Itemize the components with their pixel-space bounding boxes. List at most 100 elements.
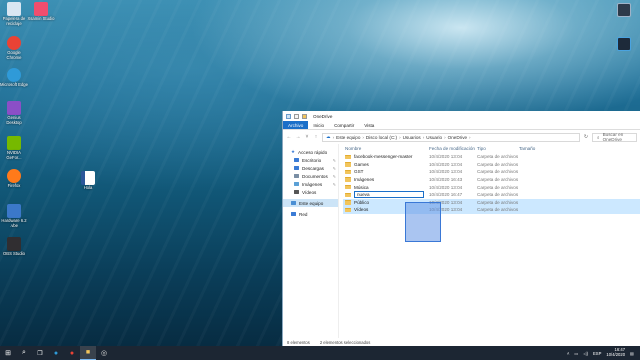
nav-quick-item[interactable]: Vídeos <box>283 188 338 196</box>
forward-icon[interactable]: → <box>295 134 301 140</box>
taskbar-search-button[interactable]: ⌕ <box>16 346 32 360</box>
xsamin-icon <box>34 2 48 16</box>
network-tray-icon[interactable]: ▭ <box>574 351 578 356</box>
desktop-icon-script[interactable]: Hardware 6.2 .vbe <box>0 204 28 229</box>
column-header-size[interactable]: Tamaño <box>519 146 549 151</box>
up-icon[interactable]: ↑ <box>313 134 319 140</box>
table-row[interactable]: Público 10/4/2020 13:04 Carpeta de archivo… <box>343 198 640 207</box>
search-input[interactable]: ⌕ Buscar en OneDrive <box>592 132 637 142</box>
desktop-icon-genius[interactable]: Genius Desktop <box>0 101 28 126</box>
window-title: OneDrive <box>313 113 333 119</box>
obs-icon <box>7 237 21 251</box>
desktop-icon-chrome[interactable]: Google Chrome <box>0 36 28 61</box>
file-date: 10/4/2020 16:47 <box>429 192 463 198</box>
desktop-icon-recycle-bin[interactable]: Papelera de reciclaje <box>0 2 28 27</box>
folder-icon <box>345 200 351 205</box>
desktop-icon-right-2[interactable] <box>610 37 638 52</box>
address-row: ← → ˅ ↑ ☁ › Este equipo › Disco local (C… <box>283 130 640 144</box>
recent-locations-icon[interactable]: ˅ <box>304 134 310 140</box>
quick-access-toolbar-icon[interactable] <box>286 113 291 119</box>
explorer-body: ★ Acceso rápido Escritorio ✎ Descargas ✎ Doc… <box>283 144 640 338</box>
tray-overflow-icon[interactable]: ˄ <box>567 351 569 356</box>
back-icon[interactable]: ← <box>286 134 292 140</box>
desktop-icon-nvidia[interactable]: NVIDIA GeFor... <box>0 136 28 161</box>
taskbar-chrome[interactable]: ● <box>64 346 80 360</box>
column-header-type[interactable]: Tipo <box>477 146 519 151</box>
script-icon <box>7 204 21 218</box>
clock-date: 10/4/2020 <box>606 352 626 357</box>
star-icon: ★ <box>291 149 296 154</box>
breadcrumb-usuario[interactable]: Usuario <box>426 135 442 140</box>
refresh-icon[interactable]: ↻ <box>583 134 589 140</box>
table-row[interactable]: nueva 10/4/2020 16:47 Carpeta de archivos <box>343 191 640 199</box>
folder-icon <box>345 207 351 213</box>
tab-vista[interactable]: Vista <box>359 121 379 129</box>
tab-archivo[interactable]: Archivo <box>283 121 309 129</box>
breadcrumb-usuarios[interactable]: Usuarios <box>403 135 421 140</box>
nav-network[interactable]: Red <box>283 210 338 218</box>
desktop-icon-obs[interactable]: OBS Studio <box>0 237 28 257</box>
table-row[interactable]: GST 10/4/2020 13:04 Carpeta de archivos <box>343 168 640 176</box>
nav-quick-item[interactable]: Documentos ✎ <box>283 172 338 180</box>
file-type: Carpeta de archivos <box>477 207 519 213</box>
start-button[interactable]: ⊞ <box>0 346 16 360</box>
desktop-icon-firefox[interactable]: Firefox <box>0 169 28 189</box>
folder-icon <box>345 154 351 160</box>
taskbar-edge[interactable]: ● <box>48 346 64 360</box>
notifications-icon[interactable]: ▤ <box>630 351 634 356</box>
nav-quick-item[interactable]: Imágenes ✎ <box>283 180 338 188</box>
address-bar[interactable]: ☁ › Este equipo › Disco local (C:) › Usu… <box>322 132 580 142</box>
taskbar-obs[interactable]: ◎ <box>96 346 112 360</box>
column-header-name[interactable]: Nombre <box>343 146 429 151</box>
nav-this-pc[interactable]: Este equipo <box>283 199 338 207</box>
task-view-button[interactable]: ❐ <box>32 346 48 360</box>
table-row[interactable]: Imágenes 10/4/2020 16:43 Carpeta de archiv… <box>343 176 640 184</box>
file-type: Carpeta de archivos <box>477 199 519 205</box>
file-type: Carpeta de archivos <box>477 192 519 198</box>
breadcrumb-disco-local[interactable]: Disco local (C:) <box>366 135 397 140</box>
table-row[interactable]: Música 10/4/2020 13:04 Carpeta de archivos <box>343 183 640 191</box>
volume-icon[interactable]: ◁) <box>583 351 588 356</box>
table-row[interactable]: Vídeos 10/4/2020 13:04 Carpeta de archivos <box>343 206 640 214</box>
file-explorer-window: OneDrive Archivo Inicio Compartir Vista … <box>282 111 640 346</box>
clock[interactable]: 16:47 10/4/2020 <box>606 347 626 358</box>
search-icon: ⌕ <box>22 349 26 356</box>
task-view-icon: ❐ <box>37 350 43 357</box>
table-row[interactable]: facebook-messenger-master 10/4/2020 13:04… <box>343 153 640 161</box>
column-header-date[interactable]: Fecha de modificación <box>429 146 477 151</box>
folder-icon <box>345 184 351 190</box>
file-name: facebook-messenger-master <box>354 154 413 160</box>
documents-icon <box>294 174 299 178</box>
file-name: Público <box>354 199 370 205</box>
breadcrumb-onedrive[interactable]: OneDrive <box>448 135 467 140</box>
onedrive-cloud-icon: ☁ <box>326 134 331 139</box>
table-row[interactable]: Games 10/4/2020 13:04 Carpeta de archivos <box>343 161 640 169</box>
desktop-folder-icon <box>294 158 299 162</box>
desktop-icon-right-1[interactable] <box>610 3 638 18</box>
file-name[interactable]: nueva <box>354 191 424 199</box>
folder-icon <box>345 169 351 175</box>
new-folder-icon[interactable] <box>302 113 307 119</box>
nav-quick-access[interactable]: ★ Acceso rápido <box>283 148 338 156</box>
pin-icon: ✎ <box>332 181 336 187</box>
chrome-icon <box>7 36 21 50</box>
properties-icon[interactable] <box>294 113 299 119</box>
tab-inicio[interactable]: Inicio <box>308 121 329 129</box>
tab-compartir[interactable]: Compartir <box>329 121 359 129</box>
file-date: 10/4/2020 13:04 <box>429 154 463 160</box>
file-type: Carpeta de archivos <box>477 184 519 190</box>
taskbar-file-explorer[interactable]: ■ <box>80 346 96 360</box>
status-bar: 8 elementos 2 elementos seleccionados <box>283 338 640 346</box>
breadcrumb-este-equipo[interactable]: Este equipo <box>336 135 360 140</box>
word-doc-icon <box>81 171 95 185</box>
file-type: Carpeta de archivos <box>477 154 519 160</box>
file-type: Carpeta de archivos <box>477 177 519 183</box>
language-indicator[interactable]: ESP <box>593 351 601 356</box>
nav-quick-item[interactable]: Escritorio ✎ <box>283 156 338 164</box>
desktop-icon-word-doc[interactable]: Hola <box>74 171 102 191</box>
desktop-icon-xsamin[interactable]: Xsamin Studio <box>27 2 55 22</box>
genius-icon <box>7 101 21 115</box>
nav-quick-item[interactable]: Descargas ✎ <box>283 164 338 172</box>
desktop-icon-edge[interactable]: Microsoft Edge <box>0 68 28 88</box>
network-icon <box>291 212 296 216</box>
